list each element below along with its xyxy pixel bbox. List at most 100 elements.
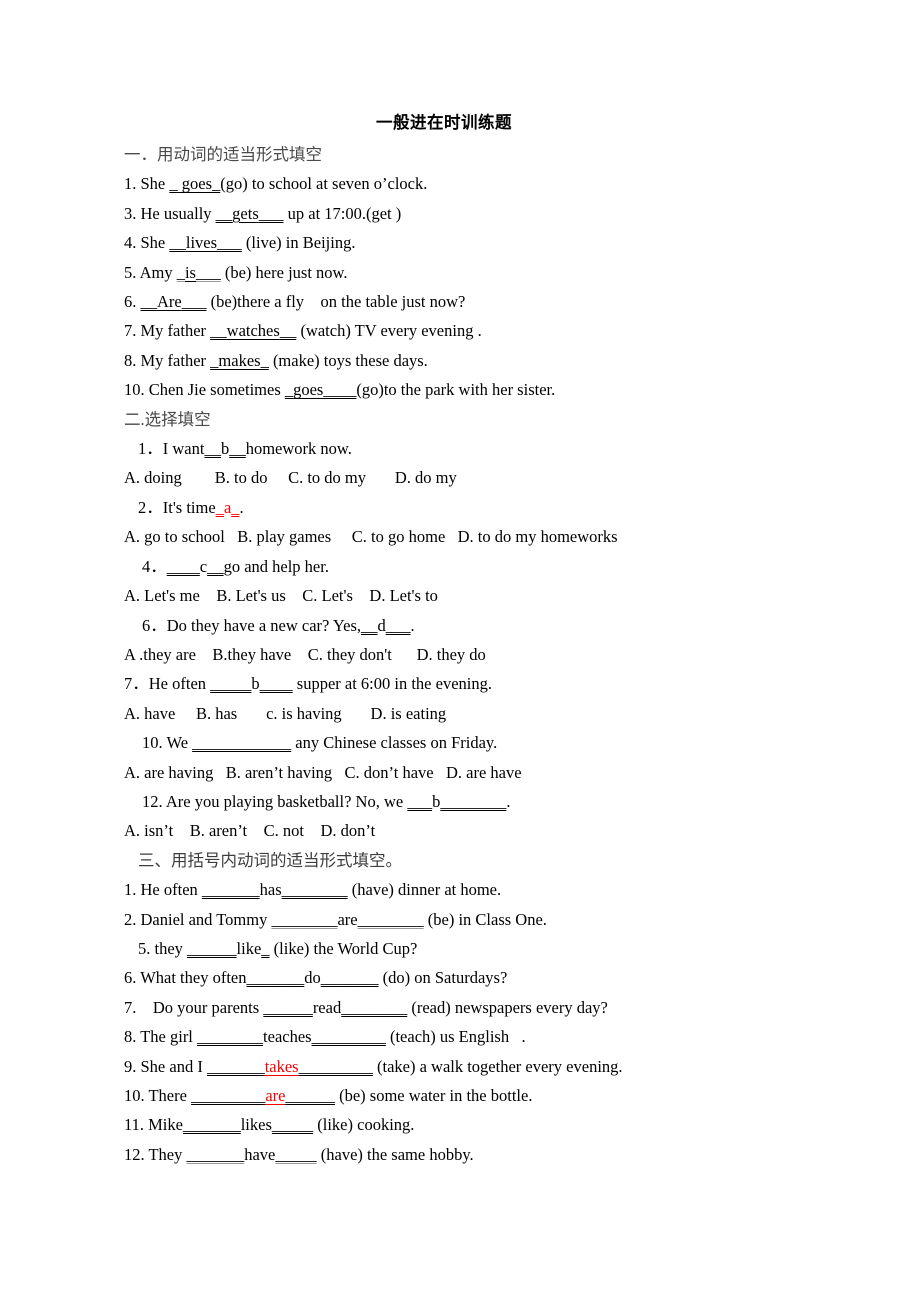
exercise-item-1-10: 10. Chen Jie sometimes _goes____(go)to t… [124, 375, 824, 404]
item-text: 5. they [138, 938, 188, 958]
item-text: (take) a walk together every evening. [372, 1056, 623, 1076]
answer-blank: _____ [210, 674, 252, 694]
item-text: 12. Are you playing basketball? No, we [142, 791, 408, 811]
item-text: 8. My father [124, 350, 211, 370]
answer-blank: ____ [323, 380, 357, 400]
document-body: 一般进在时训练题 一．用动词的适当形式填空 1. She _ goes_(go)… [124, 112, 824, 1169]
item-text: (live) in Beijing. [241, 233, 356, 253]
item-text: (like) cooking. [313, 1115, 415, 1135]
answer-blank: ________ [271, 909, 338, 929]
exercise-options-2-2: A. go to school B. play games C. to go h… [124, 527, 618, 547]
item-text: (be) here just now. [220, 262, 348, 282]
answer-blank: ________ [197, 1027, 264, 1047]
answer-filled: is [184, 262, 196, 282]
exercise-options-2-10: A. are having B. aren’t having C. don’t … [124, 762, 522, 782]
answer-blank: ____ [259, 674, 293, 694]
answer-filled: read [312, 997, 342, 1017]
item-text: (go)to the park with her sister. [356, 380, 556, 400]
item-text: (do) on Saturdays? [378, 968, 508, 988]
answer-filled: do [304, 968, 321, 988]
item-text: 7. Do your parents [124, 997, 264, 1017]
exercise-item-2-7: 7．He often _____b____ supper at 6:00 in … [124, 669, 824, 698]
answer-filled: are [337, 909, 358, 929]
exercise-item-1-3: 3. He usually __gets___ up at 17:00.(get… [124, 199, 824, 228]
item-text: 9. She and I [124, 1056, 207, 1076]
item-text: 6．Do they have a new car? Yes, [142, 615, 362, 635]
item-text: (have) dinner at home. [347, 880, 502, 900]
item-text: . [506, 791, 511, 811]
item-text: 8. The girl [124, 1027, 198, 1047]
exercise-item-3-9: 9. She and I _______takes_________ (take… [124, 1052, 824, 1081]
item-text: 1. She [124, 174, 170, 194]
answer-blank: __ [204, 439, 221, 459]
answer-blank: _______ [206, 1056, 265, 1076]
exercise-options-2-12: A. isn’t B. aren’t C. not D. don’t [124, 821, 376, 841]
answer-blank: _______ [182, 1115, 241, 1135]
exercise-item-2-10: 10. We ____________ any Chinese classes … [124, 728, 824, 757]
answer-filled: c [199, 556, 208, 576]
answer-blank: ___ [407, 791, 433, 811]
answer-blank: _ [260, 350, 269, 370]
exercise-item-1-7: 7. My father __watches__ (watch) TV ever… [124, 316, 824, 345]
answer-filled: likes [240, 1115, 272, 1135]
answer-filled: goes [293, 380, 324, 400]
exercise-item-3-8: 8. The girl ________teaches_________ (te… [124, 1022, 824, 1051]
exercise-item-2-12: 12. Are you playing basketball? No, we _… [124, 787, 824, 816]
exercise-item-2-1: 1．I want__b__homework now. [124, 434, 824, 463]
answer-blank: ____________ [192, 733, 292, 753]
answer-blank: __ [140, 292, 158, 312]
answer-blank: _________ [311, 1027, 386, 1047]
answer-blank: _______ [320, 968, 379, 988]
answer-filled: makes [218, 350, 261, 370]
answer-blank: ____ [166, 556, 200, 576]
answer-blank: ___ [258, 203, 284, 223]
item-text: . [239, 497, 244, 517]
answer-filled: takes [264, 1056, 299, 1076]
exercise-item-3-5: 5. they ______like_ (like) the World Cup… [124, 934, 824, 963]
item-text: (read) newspapers every day? [407, 997, 608, 1017]
answer-blank: ___ [217, 233, 242, 253]
item-text: 1．I want [138, 439, 205, 459]
answer-filled: lives [185, 233, 218, 253]
answer-filled: Are [157, 292, 182, 312]
section-heading-3: 三、用括号内动词的适当形式填空。 [138, 850, 402, 870]
answer-blank: _________ [298, 1056, 373, 1076]
exercise-item-1-4: 4. She __lives___ (live) in Beijing. [124, 228, 824, 257]
item-text: 4. She [124, 233, 170, 253]
answer-filled: are [265, 1086, 286, 1105]
answer-blank: ________ [440, 791, 507, 811]
document-page: 一般进在时训练题 一．用动词的适当形式填空 1. She _ goes_(go)… [0, 0, 920, 1302]
answer-blank: __ [229, 439, 246, 459]
item-text: 12. They [124, 1144, 187, 1164]
answer-filled: teaches [263, 1027, 312, 1047]
answer-blank: _ [261, 938, 270, 958]
item-text: (be) in Class One. [423, 909, 547, 929]
answer-blank: __ [279, 321, 297, 341]
exercise-item-2-6: 6．Do they have a new car? Yes,__d___. [124, 611, 824, 640]
item-text: (be)there a fly on the table just now? [206, 292, 466, 312]
item-text: 2．It's time [138, 497, 216, 517]
exercise-item-3-1: 1. He often _______has________ (have) di… [124, 875, 824, 904]
exercise-options-2-4: A. Let's me B. Let's us C. Let's D. Let'… [124, 586, 438, 606]
item-text: 10. There [124, 1086, 192, 1105]
item-text: 6. [124, 292, 141, 312]
answer-filled: b [220, 439, 230, 459]
item-text: . [410, 615, 415, 635]
answer-blank: ______ [285, 1086, 335, 1105]
exercise-item-1-8: 8. My father _makes_ (make) toys these d… [124, 346, 824, 375]
item-text: (watch) TV every evening . [296, 321, 482, 341]
item-text: (be) some water in the bottle. [334, 1086, 533, 1105]
answer-blank: _ [176, 262, 185, 282]
item-text: 10. We [142, 733, 193, 753]
item-text: 10. Chen Jie sometimes [124, 380, 285, 400]
answer-blank: _ [212, 174, 221, 194]
exercise-item-2-4: 4．____c__go and help her. [124, 552, 824, 581]
answer-blank: ________ [357, 909, 424, 929]
item-text: 4． [142, 556, 167, 576]
exercise-item-3-7: 7. Do your parents ______read________ (r… [124, 993, 824, 1022]
answer-blank: ______ [263, 997, 313, 1017]
item-text: 5. Amy [124, 262, 177, 282]
answer-blank: _________ [191, 1086, 266, 1105]
answer-blank: ___ [385, 615, 411, 635]
exercise-item-2-2: 2．It's time_a_. [124, 493, 824, 522]
